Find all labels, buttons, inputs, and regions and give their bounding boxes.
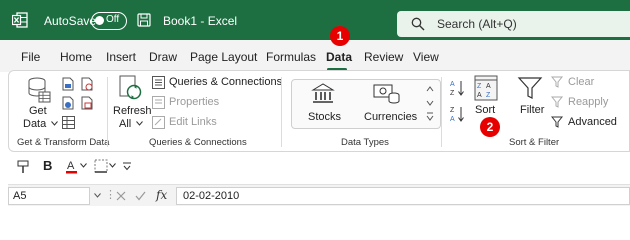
tab-view[interactable]: View — [413, 50, 439, 64]
funnel-icon — [517, 77, 543, 99]
tab-insert[interactable]: Insert — [106, 50, 136, 64]
formula-bar-grip: ⋮ — [105, 189, 116, 201]
tab-home[interactable]: Home — [60, 50, 92, 64]
tab-data[interactable]: Data — [326, 50, 352, 64]
refresh-all-label-2[interactable]: All — [119, 118, 131, 130]
font-color-icon[interactable]: A — [65, 158, 79, 174]
web-icon[interactable] — [62, 96, 74, 110]
formula-value: 02-02-2010 — [183, 190, 240, 202]
text-file-icon[interactable] — [62, 77, 74, 91]
chevron-down-icon[interactable] — [80, 163, 87, 168]
clear-button[interactable]: Clear — [568, 76, 594, 88]
title-bar: AutoSave Off Book1 - Excel Search (Alt+Q… — [0, 0, 630, 40]
get-data-label-1[interactable]: Get — [29, 105, 47, 117]
enter-icon[interactable] — [135, 191, 146, 201]
format-painter-icon[interactable] — [17, 160, 31, 174]
chevron-down-icon — [51, 121, 58, 126]
excel-logo-icon — [12, 12, 28, 28]
customize-toolbar-icon[interactable] — [122, 161, 132, 171]
gallery-scroll-icon — [426, 86, 434, 121]
data-types-scroll[interactable] — [424, 83, 436, 127]
group-label-get-transform: Get & Transform Data — [17, 137, 110, 148]
ribbon-tab-bar: File Home Insert Draw Page Layout Formul… — [0, 40, 630, 72]
autosave-state: Off — [106, 14, 120, 25]
recent-sources-icon[interactable] — [81, 77, 93, 91]
quick-access-toolbar: B A — [8, 154, 630, 180]
svg-text:A: A — [477, 92, 482, 99]
sort-az-icon[interactable]: A Z — [450, 79, 466, 97]
advanced-filter-icon — [551, 116, 564, 128]
sort-icon: Z A A Z — [474, 75, 498, 101]
edit-links-button[interactable]: Edit Links — [169, 116, 217, 128]
existing-connections-icon[interactable] — [81, 96, 93, 110]
cancel-icon[interactable] — [116, 191, 126, 201]
tab-review[interactable]: Review — [364, 50, 403, 64]
edit-links-icon — [152, 116, 165, 129]
toggle-knob — [95, 16, 104, 25]
stocks-button[interactable]: Stocks — [308, 111, 341, 123]
currency-icon — [373, 84, 400, 104]
search-icon — [411, 17, 425, 31]
name-box-value: A5 — [13, 190, 27, 202]
bank-icon — [311, 83, 335, 103]
refresh-all-label-1[interactable]: Refresh — [113, 105, 152, 117]
document-title: Book1 - Excel — [163, 14, 238, 28]
svg-text:Z: Z — [477, 83, 482, 90]
group-separator — [441, 77, 442, 147]
bold-icon[interactable]: B — [43, 158, 52, 173]
save-icon[interactable] — [137, 13, 151, 27]
group-separator — [281, 77, 282, 147]
name-box[interactable]: A5 — [8, 187, 90, 205]
get-data-label-2[interactable]: Data — [23, 118, 46, 130]
reapply-icon — [551, 96, 564, 108]
tab-page-layout[interactable]: Page Layout — [190, 50, 257, 64]
autosave-toggle[interactable]: Off — [91, 12, 127, 30]
step-marker-2: 2 — [480, 117, 500, 137]
svg-text:Z: Z — [486, 92, 491, 99]
search-box[interactable]: Search (Alt+Q) — [397, 11, 630, 37]
svg-text:Z: Z — [450, 107, 455, 114]
chevron-down-icon[interactable] — [94, 193, 101, 198]
search-placeholder: Search (Alt+Q) — [437, 17, 517, 31]
group-label-queries: Queries & Connections — [149, 137, 247, 148]
clear-filter-icon — [551, 76, 564, 88]
svg-text:A: A — [450, 81, 455, 88]
svg-text:A: A — [486, 83, 491, 90]
table-range-icon[interactable] — [62, 116, 75, 129]
sort-button[interactable]: Sort — [475, 104, 495, 116]
borders-icon[interactable] — [94, 159, 108, 173]
filter-button[interactable]: Filter — [520, 104, 544, 116]
advanced-button[interactable]: Advanced — [568, 116, 617, 128]
chevron-down-icon[interactable] — [109, 163, 116, 168]
tab-draw[interactable]: Draw — [149, 50, 177, 64]
svg-text:A: A — [67, 160, 75, 172]
currencies-button[interactable]: Currencies — [364, 111, 417, 123]
sort-za-icon[interactable]: Z A — [450, 105, 466, 123]
svg-text:Z: Z — [450, 90, 455, 97]
properties-button[interactable]: Properties — [169, 96, 219, 108]
formula-input[interactable]: 02-02-2010 — [176, 187, 630, 205]
tab-file[interactable]: File — [21, 50, 40, 64]
group-separator — [107, 77, 108, 147]
database-icon — [28, 77, 51, 103]
tab-formulas[interactable]: Formulas — [266, 50, 316, 64]
queries-connections-button[interactable]: Queries & Connections — [169, 76, 282, 88]
group-label-data-types: Data Types — [341, 137, 389, 148]
step-marker-1: 1 — [330, 26, 350, 46]
reapply-button[interactable]: Reapply — [568, 96, 608, 108]
refresh-icon — [119, 75, 142, 100]
queries-icon — [152, 76, 165, 89]
formula-bar-row: A5 ⋮ fx 02-02-2010 — [8, 184, 630, 206]
insert-function-button[interactable]: fx — [156, 188, 167, 202]
group-label-sort-filter: Sort & Filter — [509, 137, 560, 148]
autosave-label: AutoSave — [44, 14, 97, 28]
properties-icon — [152, 96, 165, 109]
chevron-down-icon — [136, 121, 143, 126]
svg-text:A: A — [450, 116, 455, 123]
ribbon-panel: Get Data Get & Transform Data Refresh Al… — [8, 70, 630, 152]
